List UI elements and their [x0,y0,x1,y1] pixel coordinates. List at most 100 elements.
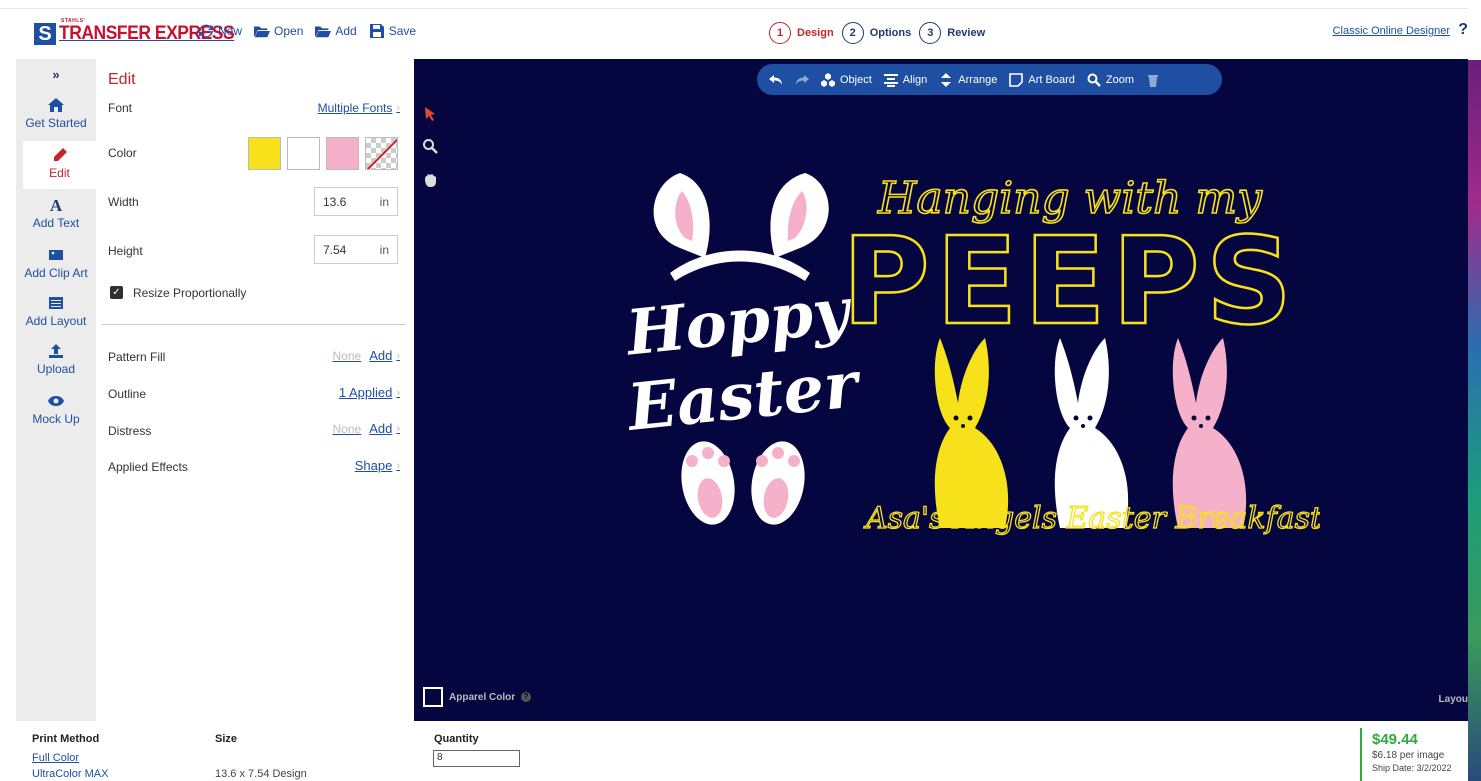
font-selector[interactable]: Multiple Fonts › [318,101,400,115]
delete-button[interactable] [1146,73,1160,87]
layout-label[interactable]: Layou [1439,694,1468,705]
align-icon [883,73,898,87]
easter-design-artwork[interactable]: Hoppy Easter Hanging with my PEEPS Asa's… [620,163,1320,593]
floppy-disk-icon [369,24,384,38]
quantity-input[interactable]: 8 [433,750,520,767]
print-method-sub[interactable]: UltraColor MAX [32,768,108,780]
folder-add-icon [315,26,332,38]
pattern-fill-control[interactable]: None Add › [333,348,401,363]
nav-label: Get Started [25,116,87,130]
bunny-foot-left [681,441,735,525]
width-value: 13.6 [323,194,347,209]
help-button[interactable]: ? [1458,21,1468,39]
layout-icon [16,295,96,313]
pencil-icon [23,147,96,165]
applied-effects-value: Shape [354,458,393,473]
nav-upload[interactable]: Upload [16,343,96,383]
chevron-right-icon: › [396,386,400,399]
sort-arrows-icon [941,72,952,87]
price-summary: $49.44 $6.18 per image Ship Date: 3/2/20… [1360,728,1468,781]
step-number: 2 [841,22,864,44]
width-unit: in [379,194,389,209]
nav-add-clip-art[interactable]: Add Clip Art [16,247,96,287]
nav-label: Add Layout [25,314,87,328]
redo-button[interactable] [795,73,809,87]
height-value: 7.54 [323,242,347,257]
save-label: Save [388,24,417,38]
print-method-link[interactable]: Full Color [32,752,79,764]
zoom-tool-icon[interactable] [422,138,438,154]
refresh-icon [199,24,213,38]
apparel-color-control[interactable]: Apparel Color ? [423,687,532,707]
open-button[interactable]: Open [254,24,303,38]
align-menu[interactable]: Align [883,73,928,87]
peep-pink [1172,338,1247,528]
color-swatch-white[interactable] [287,137,320,170]
outline-control[interactable]: 1 Applied › [339,385,400,400]
trash-icon [1148,74,1158,87]
per-image-price: $6.18 per image [1372,750,1445,761]
height-label: Height [108,244,143,258]
art-board-label: Art Board [1028,73,1075,86]
nav-get-started[interactable]: Get Started [16,97,96,137]
save-button[interactable]: Save [369,24,416,38]
distress-control[interactable]: None Add › [333,421,401,436]
panel-divider [102,324,406,325]
hand-tool-icon[interactable] [422,172,438,188]
applied-effects-control[interactable]: Shape › [355,458,400,473]
pattern-fill-add[interactable]: Add [369,348,392,363]
arrange-menu[interactable]: Arrange [939,72,997,87]
nav-add-layout[interactable]: Add Layout [16,295,96,335]
new-button[interactable]: New [198,24,242,38]
nav-label: Mock Up [32,412,80,426]
nav-add-text[interactable]: A Add Text [16,197,96,237]
resize-proportionally-label: Resize Proportionally [133,286,247,300]
nav-edit[interactable]: Edit [23,141,96,189]
resize-proportionally-checkbox[interactable]: ✓ [110,286,123,299]
step-options[interactable]: 2 Options [841,22,911,44]
expand-nav-button[interactable]: » [16,67,96,82]
nav-label: Add Clip Art [24,266,88,280]
color-swatch-transparent[interactable] [365,137,398,170]
nav-mock-up[interactable]: Mock Up [16,393,96,433]
add-button[interactable]: Add [315,24,357,38]
font-value: Multiple Fonts [317,101,393,115]
step-label: Design [797,27,834,39]
height-input[interactable]: 7.54 in [314,235,398,264]
no-color-slash-icon [366,138,397,169]
logo-mark: S [34,23,56,45]
design-canvas[interactable]: Object Align Arrange Art Board Zoom Hopp… [414,59,1468,721]
step-design[interactable]: 1 Design [769,22,834,44]
step-review[interactable]: 3 Review [919,22,985,44]
object-cubes-icon [821,72,835,87]
outline-value: 1 Applied [338,385,393,400]
file-actions: New Open Add Save [198,24,416,38]
pointer-tool-icon[interactable] [422,106,438,122]
chevron-right-icon: › [396,102,400,114]
apparel-color-swatch[interactable] [423,687,443,707]
distress-add[interactable]: Add [369,421,392,436]
nav-label: Upload [36,362,76,376]
undo-icon [769,74,782,84]
zoom-menu[interactable]: Zoom [1087,73,1134,87]
object-label: Object [840,73,872,86]
open-label: Open [274,24,304,38]
step-number: 1 [769,22,791,44]
object-menu[interactable]: Object [821,72,872,87]
headband [670,250,810,281]
chevron-right-icon: › [396,422,400,435]
classic-designer-link[interactable]: Classic Online Designer [1333,25,1450,37]
home-icon [16,97,96,115]
chevron-right-icon: › [396,459,400,472]
help-circle-icon[interactable]: ? [521,692,532,702]
color-swatch-pink[interactable] [326,137,359,170]
undo-button[interactable] [769,73,783,87]
art-board-menu[interactable]: Art Board [1009,72,1075,87]
step-label: Review [947,27,986,39]
color-swatch-yellow[interactable] [248,137,281,170]
desktop-background-edge [1468,60,1481,781]
width-input[interactable]: 13.6 in [314,187,398,216]
pattern-fill-none: None [332,348,362,363]
align-label: Align [902,73,928,86]
distress-none: None [332,421,362,436]
